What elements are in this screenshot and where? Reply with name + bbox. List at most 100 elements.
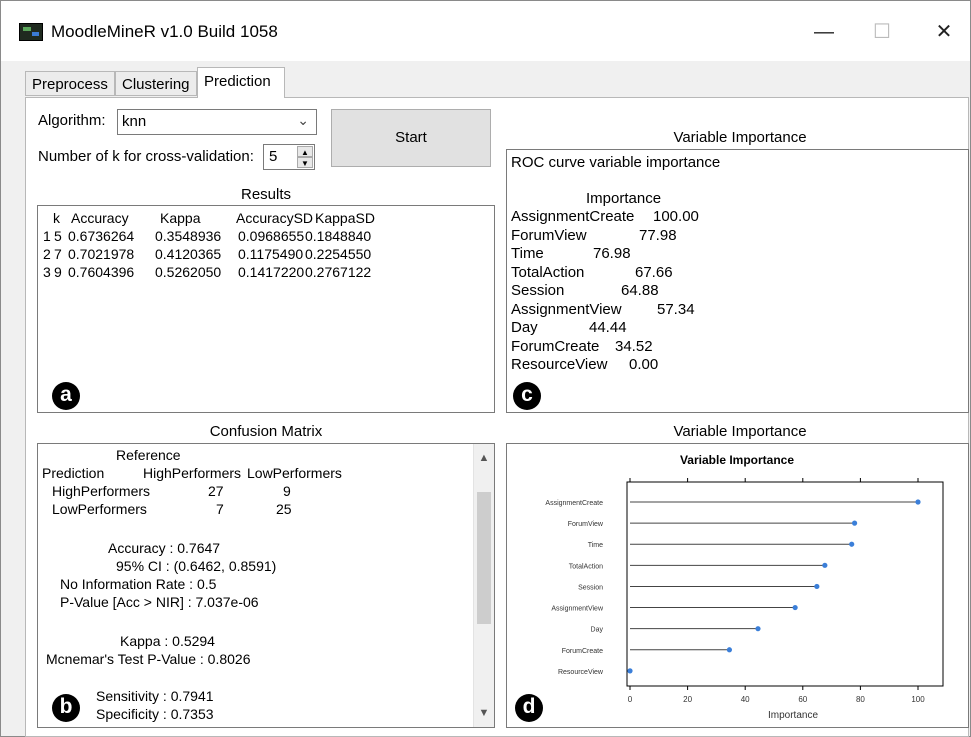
roc-box: ROC curve variable importance Importance… [506, 149, 969, 413]
roc-item-value: 77.98 [639, 226, 677, 244]
stat-pvalue: P-Value [Acc > NIR] : 7.037e-06 [60, 594, 259, 610]
importance-point [627, 668, 633, 674]
importance-point [849, 541, 855, 547]
category-label: Day [591, 627, 604, 634]
roc-item-value: 100.00 [653, 208, 699, 225]
results-cell: 2 [43, 246, 51, 262]
category-label: Time [588, 542, 603, 549]
importance-point [726, 647, 733, 653]
roc-item-value: 0.00 [629, 356, 659, 373]
chevron-down-icon: ⌄ [297, 112, 309, 128]
chart-title: Variable Importance [680, 453, 794, 467]
category-label: ResourceView [558, 669, 604, 676]
roc-item-name: TotalAction [511, 263, 585, 281]
roc-item-value: 57.34 [657, 300, 695, 318]
results-box: k Accuracy Kappa AccuracySD KappaSD 1 5 0.67362… [37, 205, 495, 413]
spin-down-icon[interactable]: ▼ [297, 157, 313, 168]
roc-item-name: Day [511, 319, 538, 336]
x-axis-label: Importance [768, 710, 818, 721]
plot-panel-title: Variable Importance [673, 423, 807, 440]
roc-item-name: AssignmentCreate [511, 208, 635, 225]
results-cell: 5 [54, 228, 62, 244]
badge-d: d [515, 694, 543, 722]
algorithm-value: knn [122, 113, 147, 130]
results-col-header: k [53, 210, 60, 226]
roc-item-value: 76.98 [593, 245, 631, 262]
confusion-box: Reference Prediction HighPerformers LowP… [37, 443, 495, 728]
roc-item-name: ForumCreate [511, 337, 600, 355]
roc-item-value: 44.44 [589, 319, 627, 336]
category-label: ForumView [568, 521, 604, 528]
importance-point [755, 626, 761, 632]
start-button[interactable]: Start [331, 109, 491, 167]
prediction-label: Prediction [42, 465, 105, 481]
roc-heading: ROC curve variable importance [511, 154, 721, 171]
badge-c: c [513, 382, 541, 410]
spin-up-icon[interactable]: ▲ [297, 146, 313, 157]
importance-point [851, 520, 858, 526]
results-cell: 0.6736264 [68, 228, 135, 244]
roc-item-name: Time [511, 245, 544, 262]
results-col-header: AccuracySD [236, 210, 314, 226]
x-tick-label: 80 [856, 695, 865, 704]
results-cell: 0.1417220 [238, 264, 305, 280]
algorithm-label: Algorithm: [38, 112, 106, 129]
close-button[interactable]: ✕ [921, 15, 967, 49]
k-value: 5 [269, 148, 278, 165]
scrollbar-thumb[interactable] [477, 492, 491, 624]
importance-point [822, 562, 828, 568]
results-cell: 0.7021978 [68, 246, 135, 262]
col-high: HighPerformers [143, 465, 242, 481]
roc-item-name: Session [511, 282, 565, 299]
stat-nir: No Information Rate : 0.5 [60, 576, 217, 592]
variable-importance-chart: Variable Importance AssignmentCreate Forum… [545, 453, 944, 721]
window-title: MoodleMineR v1.0 Build 1058 [51, 22, 278, 41]
roc-item-value: 34.52 [615, 337, 653, 355]
maximize-button[interactable]: ☐ [859, 15, 905, 49]
results-cell: 0.2254550 [305, 246, 372, 262]
roc-item-value: 64.88 [621, 282, 659, 299]
results-cell: 0.3548936 [155, 228, 222, 244]
row-high-label: HighPerformers [52, 483, 151, 499]
row-low-label: LowPerformers [52, 501, 147, 517]
roc-item-name: AssignmentView [511, 300, 622, 318]
stat-ci: 95% CI : (0.6462, 0.8591) [116, 558, 277, 574]
tab-clustering[interactable]: Clustering [115, 71, 197, 96]
results-cell: 9 [54, 264, 62, 280]
plot-frame [626, 481, 944, 687]
category-label: TotalAction [569, 563, 603, 570]
title-bar: MoodleMineR v1.0 Build 1058 — ☐ ✕ [1, 1, 970, 61]
algorithm-select[interactable]: knn ⌄ [117, 109, 317, 135]
minimize-button[interactable]: — [801, 15, 847, 49]
x-tick-label: 60 [798, 695, 807, 704]
importance-point [915, 499, 921, 505]
roc-item-name: ResourceView [511, 356, 608, 373]
stat-kappa: Kappa : 0.5294 [120, 633, 215, 649]
results-cell: 0.1175490 [238, 246, 304, 262]
results-cell: 3 [43, 264, 51, 280]
roc-item-name: ForumView [511, 226, 587, 244]
importance-point [792, 604, 798, 611]
badge-a: a [52, 382, 80, 410]
category-label: AssignmentCreate [545, 500, 603, 507]
row-high-high: 27 [208, 483, 224, 499]
x-tick-label: 20 [683, 695, 692, 704]
x-tick-label: 0 [628, 695, 633, 704]
col-low: LowPerformers [247, 465, 342, 481]
importance-point [814, 583, 820, 590]
results-title: Results [240, 186, 292, 203]
confusion-scrollbar[interactable]: ▲ ▼ [473, 444, 494, 727]
x-tick-label: 40 [741, 695, 750, 704]
results-cell: 0.0968655 [238, 228, 305, 244]
app-icon [19, 23, 43, 41]
results-cell: 0.5262050 [155, 264, 222, 280]
scroll-up-icon[interactable]: ▲ [474, 448, 494, 468]
category-label: ForumCreate [562, 648, 603, 655]
scroll-down-icon[interactable]: ▼ [474, 703, 494, 723]
k-label: Number of k for cross-validation: [38, 148, 254, 165]
k-stepper[interactable]: 5 ▲ ▼ [263, 144, 315, 170]
tab-preprocess[interactable]: Preprocess [25, 71, 115, 96]
results-cell: 0.7604396 [68, 264, 135, 280]
results-cell: 0.2767122 [305, 264, 372, 280]
tab-prediction[interactable]: Prediction [197, 67, 285, 98]
